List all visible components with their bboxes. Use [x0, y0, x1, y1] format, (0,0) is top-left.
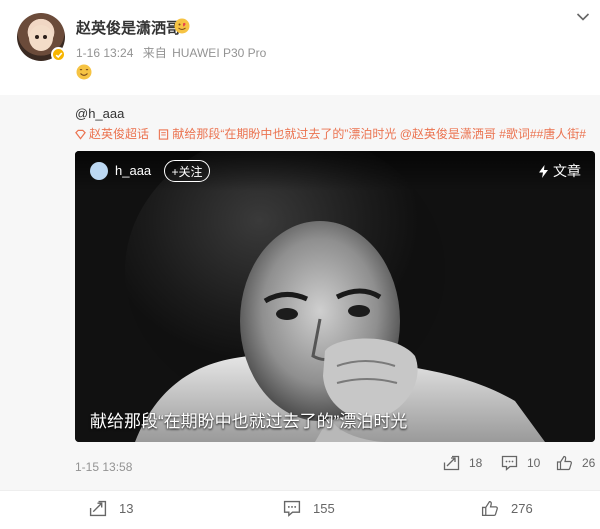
mention-link[interactable]: @赵英俊是潇洒哥 — [400, 127, 496, 141]
smile-emoji-icon — [76, 64, 92, 80]
quoted-repost-button[interactable]: 18 — [443, 455, 482, 471]
avatar-face — [29, 25, 53, 51]
comment-count: 155 — [313, 501, 335, 516]
post-source: HUAWEI P30 Pro — [172, 46, 267, 60]
article-label: 文章 — [538, 161, 581, 181]
portrait-photo — [75, 151, 595, 442]
quoted-comment-count: 10 — [527, 456, 541, 470]
quoted-time[interactable]: 1-15 13:58 — [75, 460, 132, 474]
card-caption: 献给那段“在期盼中也就过去了的”漂泊时光 — [90, 412, 408, 431]
like-button[interactable]: 276 — [481, 500, 533, 517]
card-author-name[interactable]: h_aaa — [115, 163, 151, 178]
article-card[interactable]: h_aaa +关注 文章 献给那段“在期盼中也就过去了的”漂泊时光 — [75, 151, 595, 442]
comment-icon — [501, 455, 518, 471]
chevron-down-icon[interactable] — [576, 12, 590, 22]
article-icon — [159, 129, 169, 140]
follow-button[interactable]: +关注 — [164, 160, 210, 182]
article-title-link[interactable]: 献给那段“在期盼中也就过去了的”漂泊时光 — [172, 127, 396, 141]
avatar-eye-right — [43, 35, 47, 39]
action-bar: 13 155 276 — [0, 490, 600, 529]
like-count: 276 — [511, 501, 533, 516]
source-prefix: 来自 — [142, 46, 167, 60]
quoted-repost-count: 18 — [469, 456, 483, 470]
thumbs-up-icon — [556, 455, 572, 471]
article-label-text: 文章 — [553, 163, 581, 179]
username[interactable]: 赵英俊是潇洒哥 — [76, 17, 181, 38]
post-header: 赵英俊是潇洒哥 1-16 13:24 来自 HUAWEI P30 Pro — [0, 0, 600, 95]
quoted-username[interactable]: @h_aaa — [75, 106, 124, 121]
post-meta: 1-16 13:24 来自 HUAWEI P30 Pro — [76, 44, 272, 61]
quoted-like-button[interactable]: 26 — [556, 455, 595, 471]
comment-button[interactable]: 155 — [283, 500, 335, 517]
thumbs-up-icon — [481, 500, 498, 517]
weibo-post: 赵英俊是潇洒哥 1-16 13:24 来自 HUAWEI P30 Pro @h_… — [0, 0, 600, 529]
supertopic-link[interactable]: 赵英俊超话 — [89, 127, 149, 141]
repost-button[interactable]: 13 — [89, 500, 133, 517]
card-header — [75, 151, 595, 191]
repost-icon — [89, 500, 107, 517]
vip-heart-icon — [174, 18, 190, 34]
card-author-avatar[interactable] — [90, 162, 108, 180]
quoted-like-count: 26 — [582, 456, 596, 470]
verified-badge-icon — [51, 47, 66, 62]
quoted-comment-button[interactable]: 10 — [501, 455, 540, 471]
quoted-text: 赵英俊超话 献给那段“在期盼中也就过去了的”漂泊时光 @赵英俊是潇洒哥 #歌词#… — [75, 125, 586, 142]
quoted-post: @h_aaa 赵英俊超话 献给那段“在期盼中也就过去了的”漂泊时光 @赵英俊是潇… — [0, 95, 600, 490]
avatar-eye-left — [35, 35, 39, 39]
repost-icon — [443, 455, 460, 471]
repost-count: 13 — [119, 501, 134, 516]
hashtag-links[interactable]: #歌词##唐人街# — [499, 127, 586, 141]
quoted-footer: 1-15 13:58 18 10 26 — [0, 450, 600, 480]
comment-icon — [283, 500, 301, 517]
post-time[interactable]: 1-16 13:24 — [76, 46, 133, 60]
lightning-icon — [539, 164, 548, 178]
supertopic-icon — [75, 129, 86, 140]
